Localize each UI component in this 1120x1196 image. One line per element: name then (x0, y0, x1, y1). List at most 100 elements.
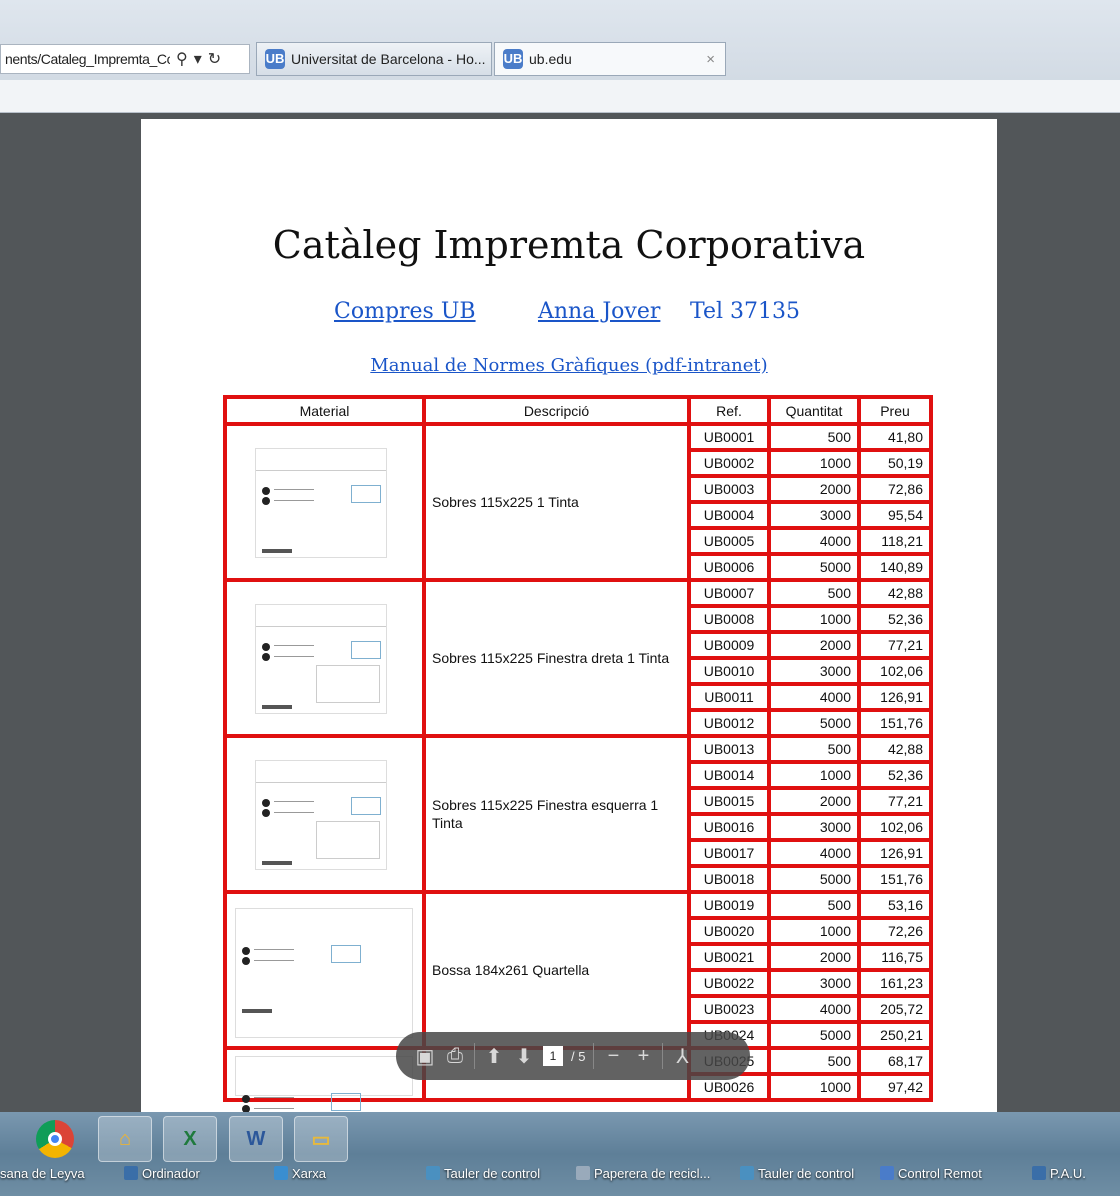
price-cell: 140,89 (857, 552, 933, 582)
quantity-cell: 3000 (767, 812, 861, 842)
folder-icon[interactable]: ▭ (294, 1116, 348, 1162)
ref-cell: UB0011 (687, 682, 771, 712)
toolbar-divider (593, 1043, 595, 1069)
ref-cell: UB0001 (687, 422, 771, 452)
price-cell: 68,17 (857, 1046, 933, 1076)
acrobat-icon[interactable]: ⅄ (671, 1044, 693, 1069)
chrome-icon[interactable] (28, 1116, 82, 1162)
desktop-item-pau[interactable]: P.A.U. (1032, 1166, 1086, 1181)
desktop-item-label: Paperera de recicl... (594, 1166, 711, 1181)
price-cell: 50,19 (857, 448, 933, 478)
price-cell: 72,86 (857, 474, 933, 504)
desktop-item[interactable]: sana de Leyva (0, 1166, 85, 1181)
price-cell: 53,16 (857, 890, 933, 920)
manual-link[interactable]: Manual de Normes Gràfiques (pdf-intranet… (141, 355, 997, 376)
close-icon[interactable]: × (706, 51, 715, 68)
excel-icon[interactable]: X (163, 1116, 217, 1162)
ref-cell: UB0003 (687, 474, 771, 504)
description-cell: Sobres 115x225 Finestra esquerra 1 Tinta (422, 734, 691, 894)
ref-cell: UB0010 (687, 656, 771, 686)
desktop-item-xarxa[interactable]: Xarxa (274, 1166, 326, 1181)
price-cell: 151,76 (857, 864, 933, 894)
word-icon[interactable]: W (229, 1116, 283, 1162)
quantity-cell: 4000 (767, 526, 861, 556)
quantity-cell: 2000 (767, 630, 861, 660)
price-cell: 52,36 (857, 760, 933, 790)
quantity-cell: 3000 (767, 500, 861, 530)
next-page-icon[interactable]: ⬇ (513, 1044, 535, 1069)
price-cell: 151,76 (857, 708, 933, 738)
quantity-cell: 1000 (767, 1072, 861, 1102)
tab-ubedu[interactable]: UB ub.edu × (494, 42, 726, 76)
search-icon[interactable]: ⚲ (176, 49, 188, 69)
address-text[interactable]: nents/Cataleg_Impremta_Cc (5, 51, 170, 67)
page-number-input[interactable]: 1 (543, 1046, 563, 1066)
desktop-item-control-remot[interactable]: Control Remot (880, 1166, 982, 1181)
desktop-item-tauler[interactable]: Tauler de control (426, 1166, 540, 1181)
save-icon[interactable]: ▣ (414, 1044, 436, 1069)
address-bar[interactable]: nents/Cataleg_Impremta_Cc ⚲ ▾ ↻ (0, 44, 250, 74)
previous-page-icon[interactable]: ⬆ (483, 1044, 505, 1069)
desktop-item-tauler-2[interactable]: Tauler de control (740, 1166, 854, 1181)
quantity-cell: 4000 (767, 994, 861, 1024)
quantity-cell: 2000 (767, 474, 861, 504)
telephone-text: Tel 37135 (690, 299, 800, 324)
price-cell: 42,88 (857, 734, 933, 764)
desktop-item-ordinador[interactable]: Ordinador (124, 1166, 200, 1181)
desktop-item-paperera[interactable]: Paperera de recicl... (576, 1166, 710, 1181)
header-ref: Ref. (687, 395, 771, 426)
envelope-thumbnail (255, 760, 387, 870)
quantity-cell: 5000 (767, 1020, 861, 1050)
tab-label: ub.edu (529, 51, 572, 67)
ref-cell: UB0006 (687, 552, 771, 582)
ref-cell: UB0022 (687, 968, 771, 998)
envelope-thumbnail (255, 604, 387, 714)
quantity-cell: 500 (767, 890, 861, 920)
ref-cell: UB0007 (687, 578, 771, 608)
tab-label: Universitat de Barcelona - Ho... (291, 51, 486, 67)
pau-icon (1032, 1166, 1046, 1180)
material-thumbnail-cell (223, 734, 426, 894)
desktop-item-label: P.A.U. (1050, 1166, 1086, 1181)
table-row: Bossa 184x261 Quartella UB0019 500 53,16 (223, 890, 933, 1050)
zoom-out-icon[interactable]: − (602, 1045, 624, 1068)
description-cell: Sobres 115x225 1 Tinta (422, 422, 691, 582)
pdf-viewer[interactable]: Catàleg Impremta Corporativa Compres UB … (0, 113, 1120, 1112)
quantity-cell: 1000 (767, 604, 861, 634)
print-icon[interactable]: ⎙ (444, 1045, 466, 1068)
refresh-icon[interactable]: ↻ (208, 49, 221, 69)
quantity-cell: 500 (767, 422, 861, 452)
price-cell: 77,21 (857, 786, 933, 816)
ref-cell: UB0021 (687, 942, 771, 972)
ref-cell: UB0016 (687, 812, 771, 842)
material-thumbnail-cell (223, 1046, 426, 1112)
ref-cell: UB0020 (687, 916, 771, 946)
anna-jover-link[interactable]: Anna Jover (538, 299, 660, 324)
ub-favicon-icon (880, 1166, 894, 1180)
desktop-item-label: Tauler de control (444, 1166, 541, 1181)
description-cell: Bossa 184x261 Quartella (422, 890, 691, 1050)
explorer-icon[interactable]: ⌂ (98, 1116, 152, 1162)
price-cell: 116,75 (857, 942, 933, 972)
zoom-in-icon[interactable]: + (632, 1045, 654, 1068)
ref-cell: UB0012 (687, 708, 771, 738)
quantity-cell: 1000 (767, 448, 861, 478)
table-header-row: Material Descripció Ref. Quantitat Preu (223, 395, 933, 426)
ref-cell: UB0002 (687, 448, 771, 478)
header-preu: Preu (857, 395, 933, 426)
envelope-thumbnail (235, 908, 413, 1038)
ref-cell: UB0015 (687, 786, 771, 816)
quantity-cell: 5000 (767, 552, 861, 582)
dropdown-icon[interactable]: ▾ (194, 49, 202, 69)
table-row: Sobres 115x225 Finestra dreta 1 Tinta UB0… (223, 578, 933, 738)
tab-universitat[interactable]: UB Universitat de Barcelona - Ho... (256, 42, 492, 76)
material-thumbnail-cell (223, 422, 426, 582)
desktop-item-label: Xarxa (292, 1166, 326, 1181)
compres-ub-link[interactable]: Compres UB (334, 299, 476, 324)
quantity-cell: 3000 (767, 656, 861, 686)
taskbar: ⌂ X W ▭ (0, 1112, 1120, 1196)
price-cell: 161,23 (857, 968, 933, 998)
browser-chrome: nents/Cataleg_Impremta_Cc ⚲ ▾ ↻ UB Unive… (0, 0, 1120, 113)
quantity-cell: 1000 (767, 916, 861, 946)
control-panel-icon (426, 1166, 440, 1180)
